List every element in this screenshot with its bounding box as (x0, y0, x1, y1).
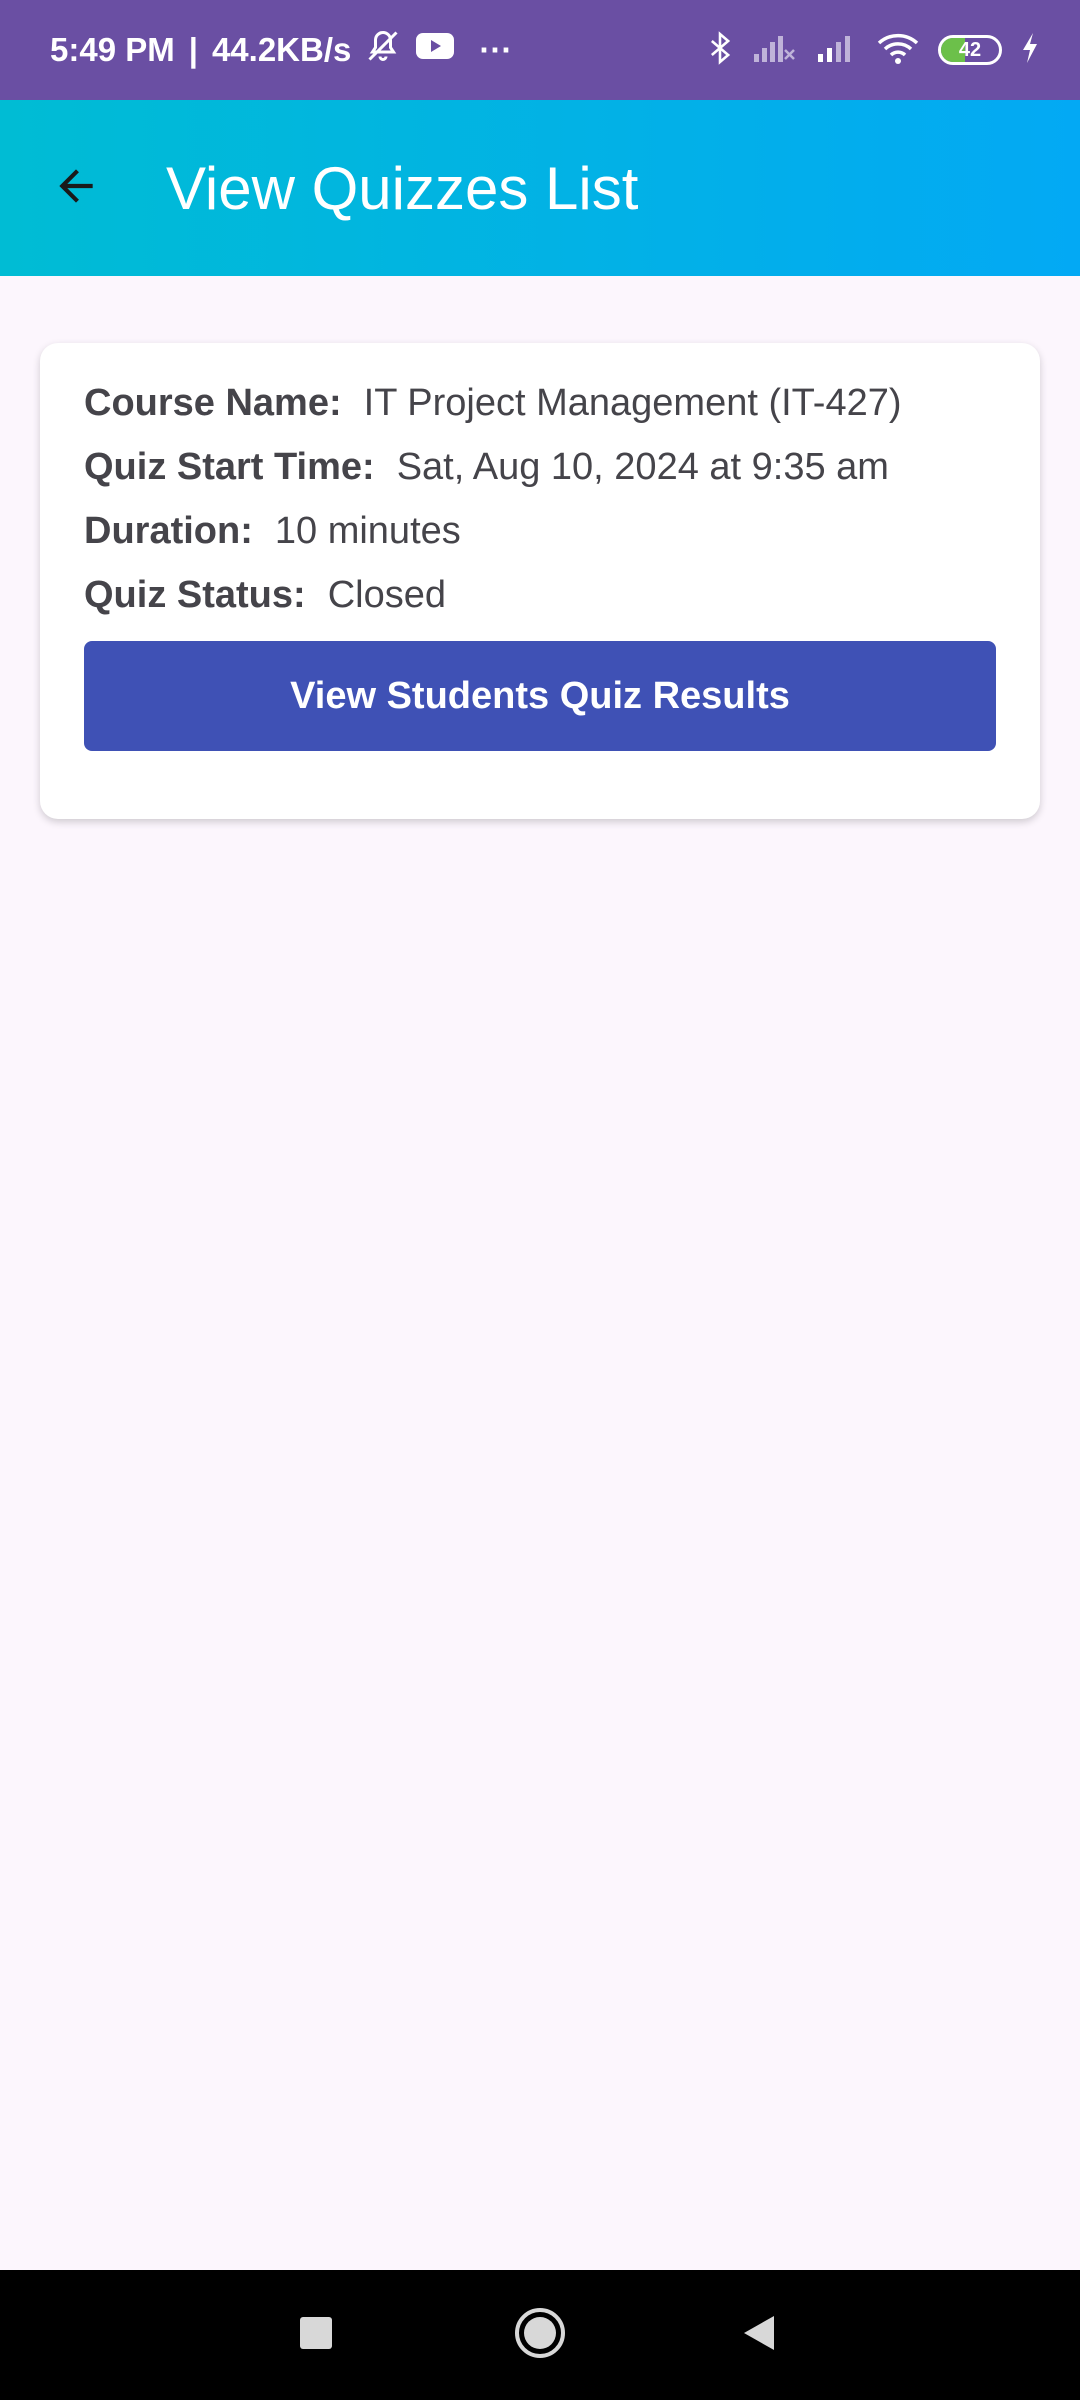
network-speed: 44.2KB/s (211, 31, 352, 68)
arrow-back-icon (51, 161, 101, 216)
recents-icon (298, 2315, 334, 2356)
more-indicator: ··· (479, 31, 513, 68)
app-bar: View Quizzes List (0, 100, 1080, 276)
bluetooth-icon (706, 30, 734, 71)
course-value: IT Project Management (IT-427) (363, 381, 902, 424)
view-results-button[interactable]: View Students Quiz Results (84, 641, 996, 751)
charging-icon (1020, 32, 1040, 69)
status-left: 5:49 PM | 44.2KB/s ··· (50, 28, 512, 72)
status-right: 42 (706, 30, 1040, 71)
status-label: Quiz Status: (84, 573, 306, 616)
screen: 5:49 PM | 44.2KB/s ··· 42 View Quizzes L… (0, 0, 1080, 2400)
status-value: Closed (327, 573, 446, 616)
home-icon (513, 2306, 567, 2365)
status-row: Quiz Status: Closed (84, 563, 996, 627)
back-button[interactable] (36, 148, 116, 228)
youtube-icon (415, 31, 455, 69)
back-triangle-icon (740, 2313, 780, 2358)
nav-back-button[interactable] (720, 2295, 800, 2375)
start-time-value: Sat, Aug 10, 2024 at 9:35 am (396, 445, 889, 488)
status-bar: 5:49 PM | 44.2KB/s ··· 42 (0, 0, 1080, 100)
signal-icon-2 (814, 32, 858, 69)
recents-button[interactable] (276, 2295, 356, 2375)
start-time-label: Quiz Start Time: (84, 445, 375, 488)
course-row: Course Name: IT Project Management (IT-4… (84, 371, 996, 435)
wifi-icon (876, 31, 920, 70)
duration-row: Duration: 10 minutes (84, 499, 996, 563)
page-title: View Quizzes List (166, 154, 639, 222)
quiz-card: Course Name: IT Project Management (IT-4… (40, 343, 1040, 819)
status-separator: | (188, 31, 198, 68)
duration-label: Duration: (84, 509, 253, 552)
duration-value: 10 minutes (274, 509, 461, 552)
nav-bar (0, 2270, 1080, 2400)
status-time: 5:49 PM (50, 31, 175, 68)
battery-level: 42 (958, 38, 982, 61)
mute-icon (365, 28, 401, 72)
start-time-row: Quiz Start Time: Sat, Aug 10, 2024 at 9:… (84, 435, 996, 499)
course-label: Course Name: (84, 381, 342, 424)
battery-icon: 42 (938, 35, 1002, 65)
home-button[interactable] (500, 2295, 580, 2375)
signal-icon (752, 32, 796, 69)
